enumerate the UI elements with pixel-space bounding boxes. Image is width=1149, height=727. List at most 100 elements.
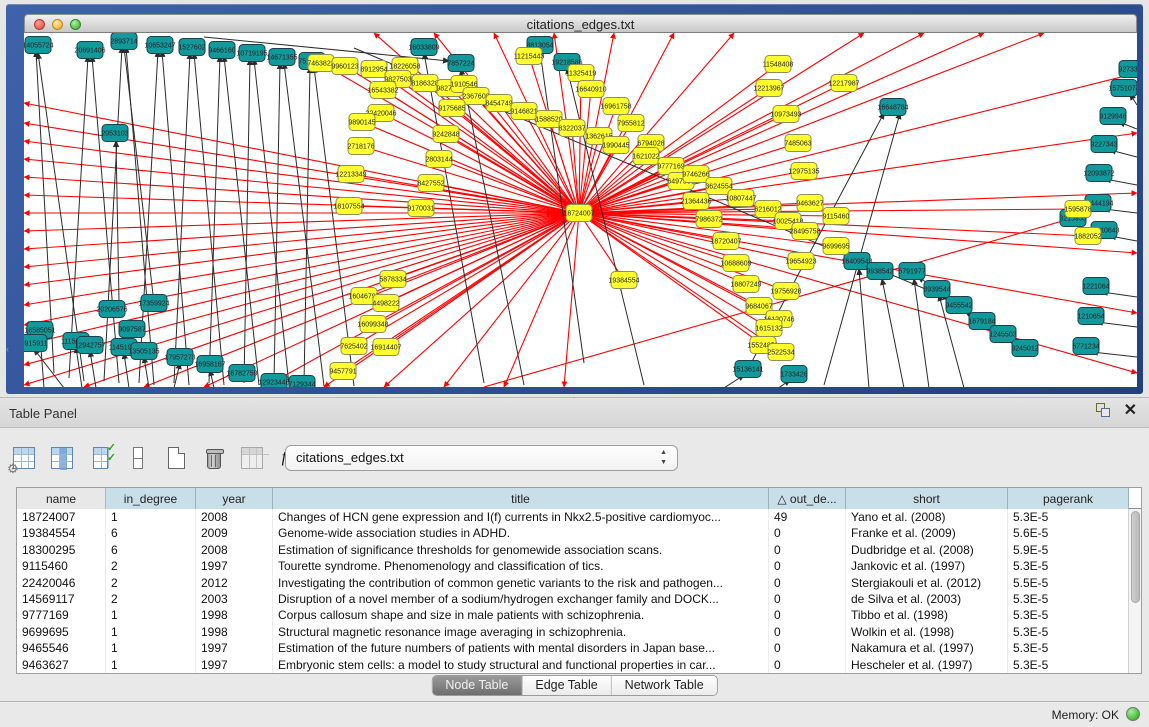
network-node[interactable]: 2893714 (110, 33, 137, 50)
network-node[interactable]: 9170031 (407, 200, 434, 217)
network-node[interactable]: 17359924 (138, 295, 169, 312)
show-column-icon[interactable] (48, 443, 76, 473)
memory-indicator[interactable] (1126, 707, 1140, 721)
network-node[interactable]: 10807447 (725, 190, 756, 207)
network-node[interactable]: 2053103 (101, 125, 128, 142)
network-node[interactable]: 20206576 (96, 301, 127, 318)
network-node[interactable]: 1210654 (1077, 308, 1104, 325)
network-node[interactable]: 21364436 (680, 193, 711, 210)
column-header-out_de[interactable]: △ out_de... (769, 488, 846, 509)
table-row[interactable]: 969969511998Structural magnetic resonanc… (17, 624, 1141, 640)
network-node[interactable]: 1990445 (602, 137, 629, 154)
tab-edge-table[interactable]: Edge Table (522, 676, 611, 695)
network-node[interactable]: 16914407 (370, 339, 401, 356)
column-header-year[interactable]: year (196, 488, 273, 509)
network-node[interactable]: 1221064 (1082, 278, 1109, 295)
network-node[interactable]: 12213967 (753, 80, 784, 97)
panel-collapse-handle[interactable]: ‹ (6, 342, 12, 356)
network-node[interactable]: 18720407 (710, 233, 741, 250)
network-node[interactable]: 1621022 (632, 148, 659, 165)
network-canvas[interactable]: 1405572420691406289371410653247152760294… (24, 33, 1137, 387)
network-node[interactable]: 12942757 (74, 337, 105, 354)
network-node[interactable]: 12975135 (788, 163, 819, 180)
network-node[interactable]: 9129946 (1099, 108, 1126, 125)
network-node[interactable]: 6771234 (1072, 338, 1099, 355)
tab-node-table[interactable]: Node Table (432, 676, 522, 695)
network-node[interactable]: 1245503 (989, 326, 1016, 343)
network-node[interactable]: 17957273 (164, 349, 195, 366)
scrollbar-thumb[interactable] (1131, 511, 1140, 603)
network-node[interactable]: 11548408 (763, 56, 794, 73)
network-node[interactable]: 10653247 (144, 37, 175, 54)
network-node[interactable]: 18724007 (563, 205, 594, 222)
network-node[interactable]: 3915911 (24, 335, 47, 352)
network-node[interactable]: 8322037 (558, 120, 585, 137)
tab-network-table[interactable]: Network Table (612, 676, 717, 695)
network-node[interactable]: 1733426 (780, 366, 807, 383)
network-node[interactable]: 16958167 (194, 356, 225, 373)
network-node[interactable]: 9466160 (208, 42, 235, 59)
table-settings-icon[interactable]: ⚙ (10, 443, 38, 473)
vertical-scrollbar[interactable] (1128, 509, 1141, 673)
network-node[interactable]: 9115460 (823, 208, 850, 225)
table-selector[interactable]: citations_edges.txt ▲▼ (285, 445, 678, 471)
network-node[interactable]: 14671355 (266, 49, 297, 66)
table-row[interactable]: 1830029562008Estimation of significance … (17, 542, 1141, 558)
network-node[interactable]: 8939544 (923, 281, 950, 298)
table-row[interactable]: 911546021997Tourette syndrome. Phenomeno… (17, 558, 1141, 574)
network-node[interactable]: 4498222 (372, 295, 399, 312)
select-columns-icon[interactable]: ✓✓ (86, 443, 114, 473)
network-node[interactable]: 8186328 (411, 75, 438, 92)
column-header-in_degree[interactable]: in_degree (106, 488, 196, 509)
network-node[interactable]: 9938543 (866, 263, 893, 280)
network-node[interactable]: 1527602 (178, 39, 205, 56)
network-node[interactable]: 7129344 (288, 376, 315, 388)
network-node[interactable]: 9746266 (682, 166, 709, 183)
network-node[interactable]: 18807249 (730, 276, 761, 293)
table-row[interactable]: 1872400712008Changes of HCN gene express… (17, 509, 1141, 525)
network-node[interactable]: 1882052 (1074, 228, 1101, 245)
network-node[interactable]: 16099348 (357, 316, 388, 333)
network-node[interactable]: 9777169 (657, 158, 684, 175)
column-header-title[interactable]: title (273, 488, 769, 509)
network-node[interactable]: 9146821 (510, 103, 537, 120)
network-node[interactable]: 16543382 (367, 82, 398, 99)
network-node[interactable]: 2718176 (347, 138, 374, 155)
network-node[interactable]: 28495758 (789, 223, 820, 240)
network-node[interactable]: 13505135 (128, 343, 159, 360)
network-node[interactable]: 12217987 (828, 75, 859, 92)
network-node[interactable]: 11325419 (566, 65, 597, 82)
network-node[interactable]: 9245012 (1011, 340, 1038, 357)
network-node[interactable]: 9273344 (1118, 61, 1137, 78)
network-node[interactable]: 9175685 (438, 100, 465, 117)
network-node[interactable]: 18107554 (333, 198, 364, 215)
network-node[interactable]: 9890145 (348, 114, 375, 131)
network-node[interactable]: 9463627 (796, 195, 823, 212)
network-node[interactable]: 6791977 (898, 263, 925, 280)
network-node[interactable]: 10973493 (770, 106, 801, 123)
network-node[interactable]: 20691406 (74, 42, 105, 59)
network-node[interactable]: 12923446 (258, 374, 289, 388)
network-node[interactable]: 10688609 (720, 255, 751, 272)
network-node[interactable]: 19654923 (785, 253, 816, 270)
network-node[interactable]: 9242848 (432, 126, 459, 143)
table-row[interactable]: 946362711997Embryonic stem cells: a mode… (17, 657, 1141, 673)
column-header-short[interactable]: short (846, 488, 1008, 509)
network-node[interactable]: 11215443 (514, 48, 545, 65)
network-node[interactable]: 9457791 (329, 363, 356, 380)
network-node[interactable]: 5878334 (379, 271, 406, 288)
network-node[interactable]: 2522534 (767, 344, 794, 361)
network-node[interactable]: 8454749 (485, 95, 512, 112)
network-window-titlebar[interactable]: citations_edges.txt (24, 14, 1137, 33)
close-panel-icon[interactable]: ✕ (1124, 403, 1137, 419)
column-header-pagerank[interactable]: pagerank (1008, 488, 1129, 509)
network-node[interactable]: 9097587 (118, 321, 145, 338)
network-node[interactable]: 9455542 (945, 297, 972, 314)
network-node[interactable]: 1595878 (1064, 201, 1091, 218)
network-node[interactable]: 7857224 (447, 55, 474, 72)
network-node[interactable]: 12093872 (1083, 165, 1114, 182)
table-mode-icon[interactable] (124, 443, 152, 473)
network-node[interactable]: 12213349 (335, 166, 366, 183)
network-node[interactable]: 7955812 (617, 115, 644, 132)
network-node[interactable]: 15751074 (1108, 80, 1137, 97)
